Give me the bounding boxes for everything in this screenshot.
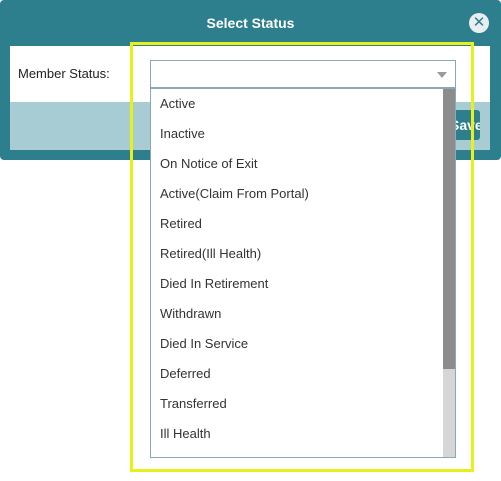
dropdown-option[interactable]: Transferred	[151, 389, 443, 419]
dropdown-option[interactable]: Retired(Ill Health)	[151, 239, 443, 269]
dropdown-option[interactable]: Withdrawn	[151, 299, 443, 329]
dropdown-option[interactable]: Active	[151, 89, 443, 119]
dropdown-option[interactable]: Died In Retirement	[151, 269, 443, 299]
scrollbar[interactable]	[443, 89, 455, 457]
dropdown-option[interactable]: Retired	[151, 209, 443, 239]
close-icon[interactable]: ✕	[469, 13, 489, 33]
chevron-down-icon[interactable]	[437, 72, 447, 78]
member-status-label: Member Status:	[18, 66, 110, 81]
scrollbar-thumb[interactable]	[443, 89, 455, 369]
dropdown-option[interactable]: Died In Service	[151, 329, 443, 359]
dropdown-option[interactable]: Inactive	[151, 119, 443, 149]
dropdown-options: Active Inactive On Notice of Exit Active(Cl…	[151, 89, 443, 449]
dropdown-option[interactable]: Deferred	[151, 359, 443, 389]
dropdown-option[interactable]: On Notice of Exit	[151, 149, 443, 179]
dropdown-option[interactable]: Active(Claim From Portal)	[151, 179, 443, 209]
member-status-select[interactable]	[150, 60, 456, 88]
status-dropdown-list: Active Inactive On Notice of Exit Active(Cl…	[150, 88, 456, 458]
dropdown-option[interactable]: Ill Health	[151, 419, 443, 449]
dialog-title: Select Status	[206, 15, 295, 31]
